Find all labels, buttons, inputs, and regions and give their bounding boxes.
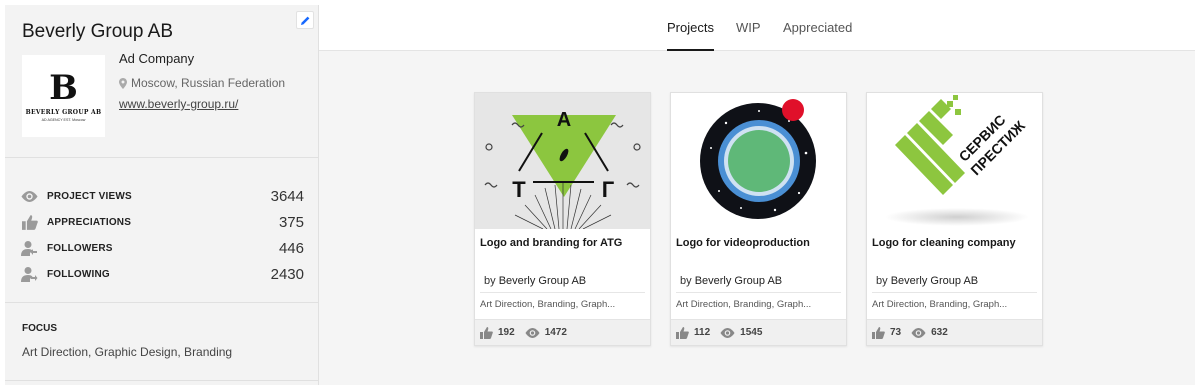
stat-value: 3644 — [270, 187, 304, 205]
project-cover[interactable] — [671, 93, 846, 229]
stat-value: 375 — [278, 213, 304, 231]
location-pin-icon — [119, 77, 127, 89]
atg-letter-a: A — [557, 109, 571, 131]
logo-wordmark: BEVERLY GROUP AB — [25, 108, 102, 116]
author-link[interactable]: Beverly Group AB — [695, 275, 782, 287]
profile-stats: PROJECT VIEWS 3644 APPRECIATIONS 375 FOLLOWE… — [5, 158, 318, 303]
tab-appreciated[interactable]: Appreciated — [783, 20, 852, 51]
project-cover[interactable]: A T Г — [475, 93, 650, 229]
profile-name: Beverly Group AB — [22, 21, 174, 42]
stat-label: APPRECIATIONS — [47, 216, 132, 228]
card-divider — [480, 292, 645, 293]
by-label: by — [484, 275, 496, 287]
project-stats: 112 1545 — [671, 319, 846, 345]
stat-project-views[interactable]: PROJECT VIEWS 3644 — [20, 186, 304, 206]
profile-logo[interactable]: B BEVERLY GROUP AB AD AGENCY EST. Moscow — [22, 55, 105, 137]
focus-text: Art Direction, Graphic Design, Branding — [22, 345, 233, 359]
atg-letter-t: T — [512, 177, 526, 202]
thumbs-up-icon — [676, 326, 689, 339]
appreciation-count: 112 — [694, 327, 711, 338]
atg-letter-g: Г — [602, 177, 615, 202]
view-count: 1472 — [544, 327, 567, 338]
videoproduction-logo-art — [700, 99, 816, 219]
card-divider — [676, 292, 841, 293]
cleaning-logo-art: СЕРВИС ПРЕСТИЖ — [885, 95, 1029, 226]
stat-label: FOLLOWERS — [47, 242, 113, 254]
stat-followers[interactable]: FOLLOWERS 446 — [20, 238, 304, 258]
project-title[interactable]: Logo for videoproduction — [676, 237, 810, 249]
tab-projects[interactable]: Projects — [667, 20, 714, 51]
project-card[interactable]: A T Г Logo and branding for ATG by Bever… — [474, 92, 651, 346]
focus-section: FOCUS Art Direction, Graphic Design, Bra… — [5, 303, 318, 381]
stat-following[interactable]: FOLLOWING 2430 — [20, 264, 304, 284]
follower-icon — [20, 239, 39, 257]
project-stats: 192 1472 — [475, 319, 650, 345]
eye-icon — [911, 327, 926, 338]
project-owner: by Beverly Group AB — [484, 275, 586, 287]
atg-logo-art: A T Г — [484, 109, 641, 229]
profile-company: Ad Company — [119, 51, 195, 66]
appreciation-count: 73 — [890, 327, 902, 338]
author-link[interactable]: Beverly Group AB — [891, 275, 978, 287]
focus-title: FOCUS — [22, 323, 57, 334]
project-title[interactable]: Logo for cleaning company — [872, 237, 1016, 249]
author-link[interactable]: Beverly Group AB — [499, 275, 586, 287]
thumbs-up-icon — [872, 326, 885, 339]
thumbs-up-icon — [480, 326, 493, 339]
project-fields: Art Direction, Branding, Graph... — [872, 299, 1008, 310]
view-count: 1545 — [740, 327, 763, 338]
profile-header: Beverly Group AB B BEVERLY GROUP AB AD A… — [5, 5, 318, 158]
projects-grid: A T Г Logo and branding for ATG by Bever… — [319, 51, 1195, 385]
project-fields: Art Direction, Branding, Graph... — [480, 299, 616, 310]
stat-label: FOLLOWING — [47, 268, 110, 280]
view-count: 632 — [931, 327, 948, 338]
by-label: by — [680, 275, 692, 287]
edit-profile-button[interactable] — [296, 11, 314, 29]
tabs-bar: Projects WIP Appreciated — [319, 5, 1195, 51]
eye-icon — [720, 327, 735, 338]
project-fields: Art Direction, Branding, Graph... — [676, 299, 812, 310]
project-card[interactable]: Logo for videoproduction by Beverly Grou… — [670, 92, 847, 346]
stat-value: 2430 — [270, 265, 304, 283]
location-text: Moscow, Russian Federation — [131, 76, 286, 90]
tab-wip[interactable]: WIP — [736, 20, 761, 51]
logo-tagline: AD AGENCY EST. Moscow — [41, 117, 86, 122]
eye-icon — [20, 187, 39, 205]
following-icon — [20, 265, 39, 283]
project-owner: by Beverly Group AB — [876, 275, 978, 287]
website-link[interactable]: www.beverly-group.ru/ — [119, 97, 238, 111]
project-cover[interactable]: СЕРВИС ПРЕСТИЖ — [867, 93, 1042, 229]
project-card[interactable]: СЕРВИС ПРЕСТИЖ Logo for cleaning company… — [866, 92, 1043, 346]
project-title[interactable]: Logo and branding for ATG — [480, 237, 622, 249]
thumbs-up-icon — [20, 213, 39, 231]
card-divider — [872, 292, 1037, 293]
project-owner: by Beverly Group AB — [680, 275, 782, 287]
appreciation-count: 192 — [498, 327, 515, 338]
stat-appreciations[interactable]: APPRECIATIONS 375 — [20, 212, 304, 232]
by-label: by — [876, 275, 888, 287]
stat-label: PROJECT VIEWS — [47, 190, 132, 202]
main-content: Projects WIP Appreciated A T Г Logo and … — [319, 5, 1195, 385]
profile-location: Moscow, Russian Federation — [119, 76, 285, 90]
stat-value: 446 — [278, 239, 304, 257]
eye-icon — [525, 327, 540, 338]
logo-monogram: B — [49, 67, 78, 108]
profile-sidebar: Beverly Group AB B BEVERLY GROUP AB AD A… — [5, 5, 319, 385]
project-stats: 73 632 — [867, 319, 1042, 345]
pencil-icon — [300, 16, 309, 25]
